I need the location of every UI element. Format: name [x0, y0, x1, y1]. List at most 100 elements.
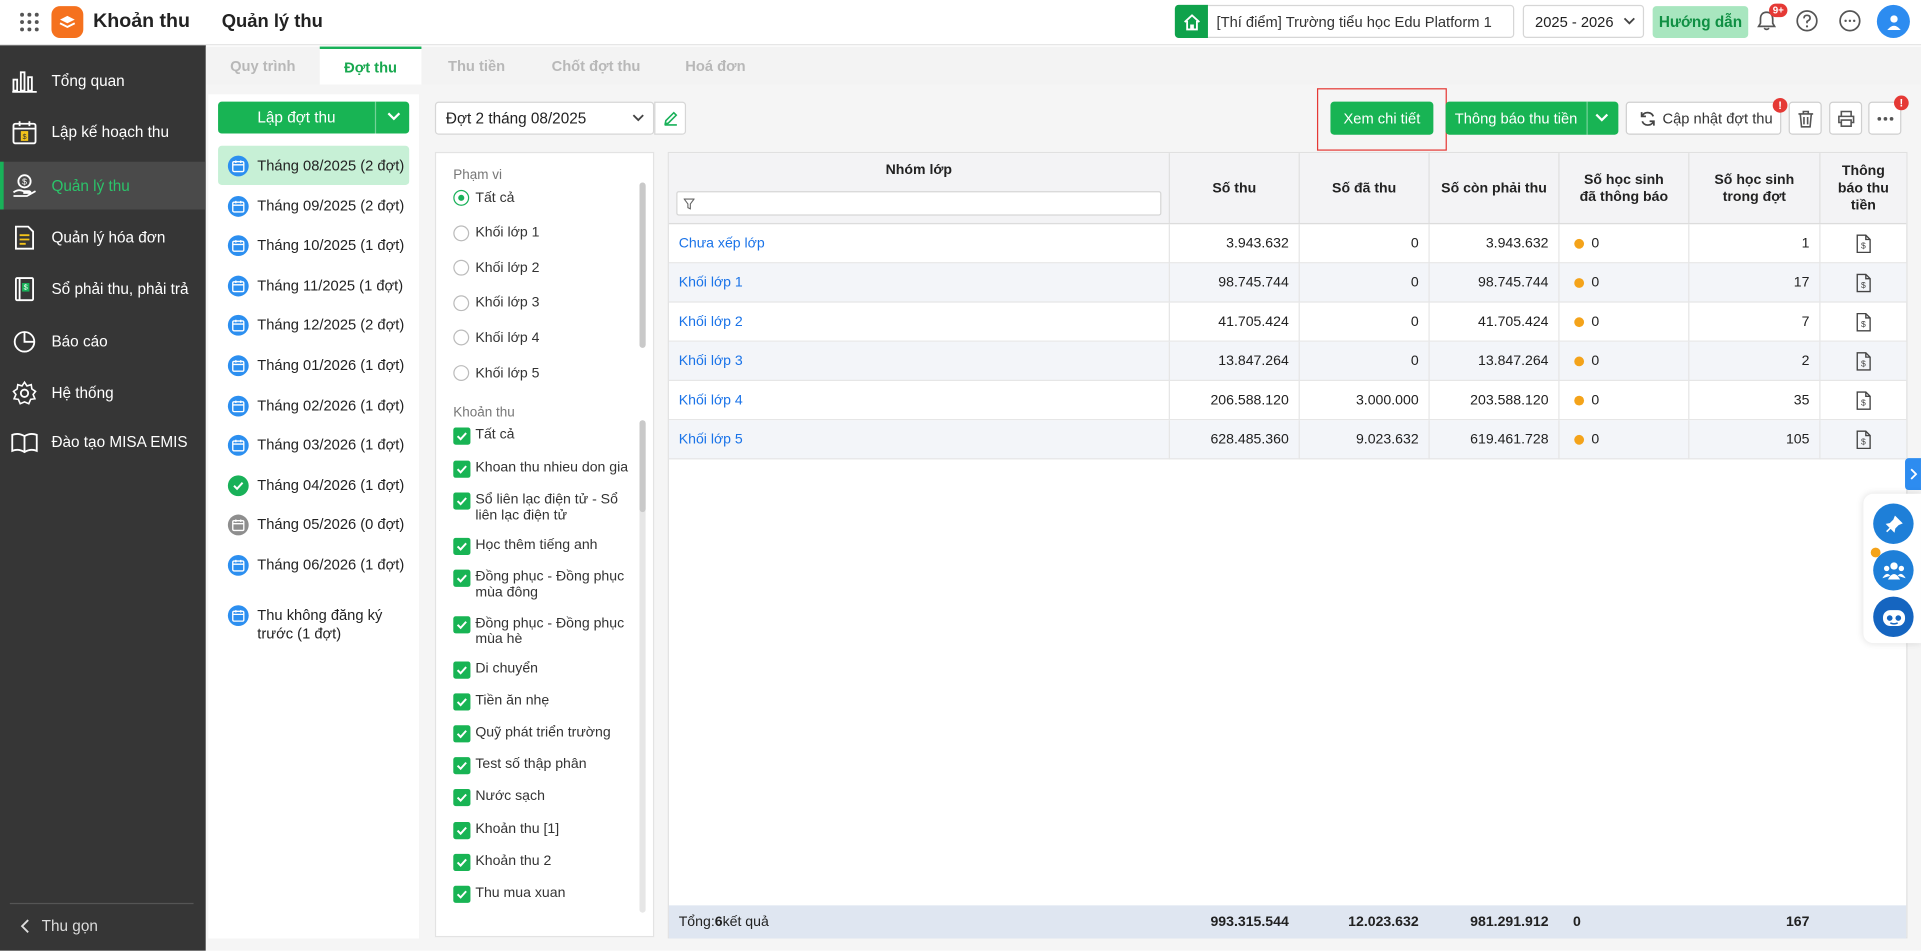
radio-button[interactable] [453, 295, 470, 311]
period-month-item[interactable]: Tháng 10/2025 (1 đợt) [218, 226, 409, 265]
update-period-button[interactable]: Cập nhật đợt thu [1625, 101, 1782, 135]
checkbox-checked-icon[interactable] [453, 537, 471, 555]
community-button[interactable] [1873, 550, 1914, 591]
table-row[interactable]: Chưa xếp lớp 3.943.632 0 3.943.632 0 1 $ [668, 224, 1907, 264]
fee-option[interactable]: Thu mua xuan [453, 885, 637, 923]
cell-group[interactable]: Khối lớp 4 [669, 381, 1169, 420]
notify-collection-button[interactable]: Thông báo thu tiền [1445, 101, 1619, 135]
checkbox-checked-icon[interactable] [453, 885, 471, 903]
sidebar-item-reports[interactable]: Báo cáo [0, 317, 206, 365]
tab-invoices[interactable]: Hoá đơn [660, 47, 770, 85]
checkbox-checked-icon[interactable] [453, 853, 471, 872]
table-row[interactable]: Khối lớp 4 206.588.120 3.000.000 203.588.12… [668, 381, 1907, 421]
sidebar-item-system[interactable]: Hệ thống [0, 369, 206, 417]
table-row[interactable]: Khối lớp 2 41.705.424 0 41.705.424 0 7 $ [668, 302, 1907, 342]
period-month-item[interactable]: Tháng 08/2025 (2 đợt) [218, 145, 410, 185]
period-month-item[interactable]: Tháng 11/2025 (1 đợt) [218, 266, 409, 305]
sidebar-item-training[interactable]: Đào tạo MISA EMIS [0, 418, 206, 466]
notify-document-icon[interactable]: $ [1819, 420, 1906, 460]
scope-option[interactable]: Khối lớp 5 [453, 365, 539, 382]
fee-scrollbar[interactable] [639, 420, 646, 913]
home-icon[interactable] [1174, 4, 1208, 38]
table-row[interactable]: Khối lớp 1 98.745.744 0 98.745.744 0 17 $ [668, 263, 1907, 303]
scope-option[interactable]: Khối lớp 3 [453, 295, 539, 311]
checkbox-checked-icon[interactable] [453, 788, 471, 807]
school-year-select[interactable]: 2025 - 2026 [1522, 4, 1645, 38]
sidebar-item-ledger[interactable]: $ Sổ phải thu, phải trả [0, 265, 206, 313]
period-month-item[interactable]: Tháng 01/2026 (1 đợt) [218, 345, 409, 384]
period-month-item[interactable]: Tháng 03/2026 (1 đợt) [218, 425, 409, 464]
group-filter-input[interactable] [676, 191, 1162, 216]
radio-button[interactable] [453, 365, 470, 382]
cell-group[interactable]: Chưa xếp lớp [669, 224, 1169, 263]
cell-group[interactable]: Khối lớp 1 [669, 263, 1169, 302]
more-options-icon[interactable] [1838, 9, 1863, 34]
chevron-down-icon[interactable] [1595, 113, 1609, 123]
checkbox-checked-icon[interactable] [453, 492, 471, 510]
checkbox-checked-icon[interactable] [453, 693, 471, 711]
fee-option[interactable]: Sổ liên lạc điện tử - Sổ liên lạc điện t… [453, 492, 637, 529]
checkbox-checked-icon[interactable] [453, 427, 471, 445]
app-grid-icon[interactable] [18, 11, 40, 33]
pin-tool-button[interactable] [1873, 503, 1914, 544]
checkbox-checked-icon[interactable] [453, 725, 471, 743]
checkbox-checked-icon[interactable] [453, 822, 471, 840]
tab-close-period[interactable]: Chốt đợt thu [532, 47, 661, 85]
period-month-item[interactable]: Tháng 06/2026 (1 đợt) [218, 545, 409, 584]
checkbox-checked-icon[interactable] [453, 757, 471, 775]
fee-option[interactable]: Nước sạch [453, 788, 637, 826]
checkbox-checked-icon[interactable] [453, 661, 471, 679]
tab-collection-period[interactable]: Đợt thu [319, 46, 422, 85]
user-avatar[interactable] [1876, 4, 1910, 38]
tab-process[interactable]: Quy trình [206, 47, 320, 85]
notify-document-icon[interactable]: $ [1819, 381, 1906, 421]
period-select[interactable]: Đợt 2 tháng 08/2025 [434, 101, 655, 135]
radio-button[interactable] [453, 330, 470, 346]
sidebar-item-invoices[interactable]: Quản lý hóa đơn [0, 213, 206, 261]
period-month-item[interactable]: Tháng 02/2026 (1 đợt) [218, 385, 409, 424]
scope-option[interactable]: Khối lớp 1 [453, 224, 539, 241]
fee-option[interactable]: Đồng phục - Đồng phục mùa đông [453, 569, 637, 607]
notify-document-icon[interactable]: $ [1819, 302, 1906, 342]
tab-collect-money[interactable]: Thu tiền [421, 47, 531, 85]
scope-option[interactable]: Khối lớp 4 [453, 330, 539, 346]
sidebar-item-plan[interactable]: $ Lập kế hoạch thu [0, 108, 206, 156]
period-month-item[interactable]: Tháng 05/2026 (0 đợt) [218, 505, 409, 544]
scope-scrollbar[interactable] [639, 182, 646, 348]
period-month-item[interactable]: Tháng 12/2025 (2 đợt) [218, 306, 409, 345]
radio-button[interactable] [453, 224, 470, 241]
radio-button[interactable] [453, 189, 470, 206]
notify-document-icon[interactable]: $ [1819, 224, 1906, 264]
collapse-sidebar-button[interactable]: Thu gọn [20, 918, 98, 935]
expand-panel-button[interactable] [1905, 458, 1921, 491]
delete-button[interactable] [1788, 101, 1822, 135]
radio-button[interactable] [453, 259, 470, 276]
cell-group[interactable]: Khối lớp 3 [669, 342, 1169, 381]
notify-document-icon[interactable]: $ [1819, 263, 1906, 303]
period-month-item[interactable]: Thu không đăng ký trước (1 đợt) [218, 595, 409, 644]
scope-option[interactable]: Khối lớp 2 [453, 259, 539, 276]
edit-period-button[interactable] [654, 101, 687, 135]
table-row[interactable]: Khối lớp 5 628.485.360 9.023.632 619.461.72… [668, 420, 1907, 460]
help-icon[interactable] [1795, 9, 1820, 34]
create-period-button[interactable]: Lập đợt thu [218, 101, 410, 134]
fee-option[interactable]: Tất cả [453, 427, 637, 465]
guide-button[interactable]: Hướng dẫn [1652, 6, 1749, 38]
school-selector[interactable]: [Thí điểm] Trường tiểu học Edu Platform … [1174, 4, 1515, 38]
print-button[interactable] [1829, 101, 1863, 135]
scope-option[interactable]: Tất cả [453, 189, 515, 206]
notify-document-icon[interactable]: $ [1819, 341, 1906, 382]
period-month-item[interactable]: Tháng 09/2025 (2 đợt) [218, 186, 409, 225]
checkbox-checked-icon[interactable] [453, 460, 471, 478]
sidebar-item-overview[interactable]: Tổng quan [0, 56, 206, 104]
checkbox-checked-icon[interactable] [453, 569, 471, 587]
cell-group[interactable]: Khối lớp 2 [669, 303, 1169, 342]
fee-option[interactable]: Đồng phục - Đồng phục mùa hè [453, 616, 637, 653]
chatbot-button[interactable] [1873, 596, 1914, 638]
period-month-item[interactable]: Tháng 04/2026 (1 đợt) [218, 465, 409, 504]
chevron-down-icon[interactable] [387, 111, 401, 121]
cell-group[interactable]: Khối lớp 5 [669, 420, 1169, 459]
sidebar-item-manage-collection[interactable]: $ Quản lý thu [0, 161, 206, 210]
table-row[interactable]: Khối lớp 3 13.847.264 0 13.847.264 0 2 $ [668, 341, 1907, 382]
checkbox-checked-icon[interactable] [453, 616, 471, 634]
